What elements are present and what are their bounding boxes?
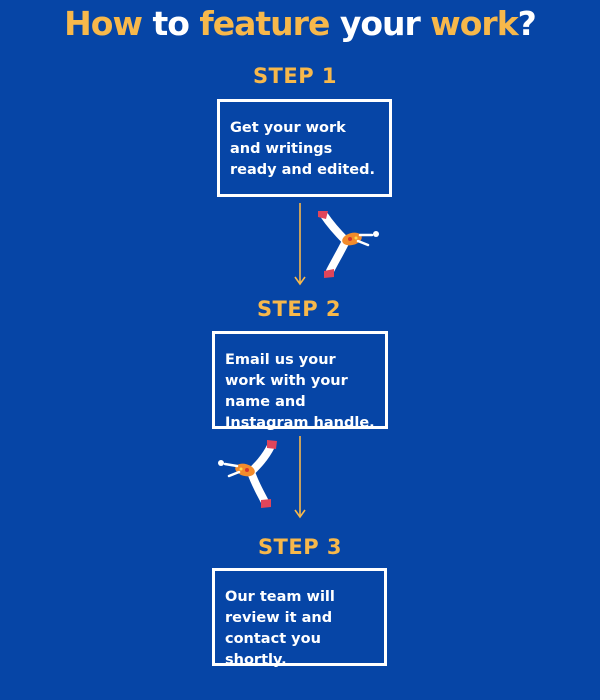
title-question-mark: ? [517,4,537,43]
arrow-down-icon [294,203,306,286]
title-work: work [430,4,518,43]
step-1-text: Get your work and writings ready and edi… [230,120,376,178]
dancer-icon [318,211,379,278]
dancer-icon [218,440,277,508]
step-1-box: Get your work and writings ready and edi… [217,99,392,197]
arrow-down-icon [294,436,306,519]
step-2-label: STEP 2 [256,297,342,321]
step-3-label: STEP 3 [257,535,343,559]
title-feature: feature [199,4,330,43]
step-3-text: Our team will review it and contact you … [225,589,335,668]
step-1-label: STEP 1 [252,64,338,88]
step-3-box: Our team will review it and contact you … [212,568,387,668]
title-how: How [64,4,143,43]
step-2-text: Email us your work with your name and In… [225,352,375,431]
title-to: to [141,4,200,43]
page-title: How to feature your work? [0,4,600,43]
title-your: your [329,4,431,43]
step-2-box: Email us your work with your name and In… [212,331,388,431]
